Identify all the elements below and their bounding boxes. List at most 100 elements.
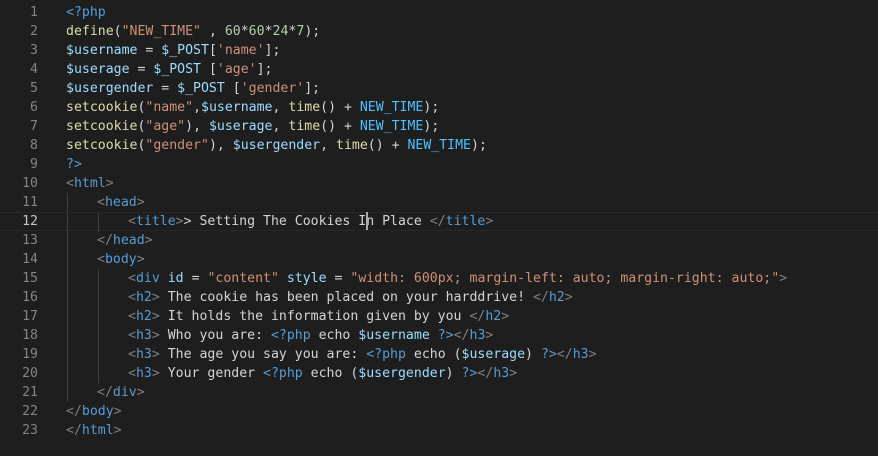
code-token: </ [66, 423, 82, 438]
indent-guide [98, 326, 99, 345]
code-text: <h3> Your gender <?php echo ($usergender… [128, 364, 517, 383]
indent-guide [67, 383, 68, 402]
code-line[interactable]: 20 <h3> Your gender <?php echo ($usergend… [0, 364, 878, 383]
code-token: </ [97, 233, 113, 248]
indent-guide [67, 250, 68, 269]
code-token: < [128, 271, 136, 286]
code-token: () + [320, 119, 360, 134]
code-token: h3 [572, 347, 589, 362]
indent-guide [98, 364, 99, 383]
code-token: setcookie [66, 100, 138, 115]
code-token: < [128, 328, 136, 343]
code-token: </ [556, 347, 573, 362]
code-token: div [135, 271, 160, 286]
indent-guide [67, 269, 68, 288]
code-token: > [151, 328, 160, 343]
code-line[interactable]: 21 </div> [0, 383, 878, 402]
code-line[interactable]: 9 ?> [0, 155, 878, 174]
code-token: = [129, 62, 154, 77]
code-line[interactable]: 6 setcookie("name",$username, time() + NE… [0, 98, 878, 117]
code-line[interactable]: 13 </head> [0, 231, 878, 250]
code-text: $userage = $_POST ['age']; [66, 60, 272, 79]
code-token: > [501, 309, 510, 324]
code-token: > [485, 328, 494, 343]
code-token: > [105, 176, 114, 191]
code-line[interactable]: 17 <h2> It holds the information given by… [0, 307, 878, 326]
code-token: 'gender' [240, 81, 305, 96]
indent-guide [67, 307, 68, 326]
code-token: 'name' [216, 43, 265, 58]
code-line[interactable]: 7 setcookie("age"), $userage, time() + NE… [0, 117, 878, 136]
code-token: It holds the information given by you [159, 309, 470, 324]
code-text: <head> [97, 193, 145, 212]
code-line[interactable]: 19 <h3> The age you say you are: <?php ec… [0, 345, 878, 364]
code-token: "content" [207, 271, 279, 286]
code-token: h2 [548, 290, 565, 305]
code-token: $userage [66, 62, 130, 77]
code-token: time [288, 100, 321, 115]
code-token: </ [97, 385, 113, 400]
code-line[interactable]: 14 <body> [0, 250, 878, 269]
code-token: $username [358, 328, 430, 343]
indent-guide [98, 269, 99, 288]
code-token: ); [471, 138, 487, 153]
code-token: ); [304, 24, 321, 39]
code-token: <?php [263, 366, 303, 381]
code-token: setcookie [66, 138, 138, 153]
code-line[interactable]: 15 <div id = "content" style = "width: 60… [0, 269, 878, 288]
code-line[interactable]: 11 <head> [0, 193, 878, 212]
line-number: 3 [30, 43, 38, 58]
code-line[interactable]: 8 setcookie("gender"), $usergender, time(… [0, 136, 878, 155]
code-token: The age you say you are: [159, 347, 367, 362]
code-token: h3 [135, 366, 152, 381]
code-text: <h2> It holds the information given by y… [128, 307, 509, 326]
indent-guide [98, 213, 99, 232]
code-line[interactable]: 2 define("NEW_TIME" , 60*60*24*7); [0, 22, 878, 41]
code-token: () + [367, 138, 408, 153]
line-number: 10 [22, 176, 38, 191]
code-line[interactable]: 1 <?php [0, 3, 878, 22]
code-editor[interactable]: 1 <?php 2 define("NEW_TIME" , 60*60*24*7); 3… [0, 0, 878, 456]
code-token: </ [429, 214, 446, 229]
code-token: h3 [493, 366, 510, 381]
code-token: , [272, 119, 289, 134]
code-token: h3 [469, 328, 486, 343]
code-token: $userage [208, 119, 273, 134]
code-token: $username [66, 43, 138, 58]
code-token: < [128, 290, 136, 305]
code-token: echo ( [405, 347, 462, 362]
code-line[interactable]: 18 <h3> Who you are: <?php echo $username… [0, 326, 878, 345]
code-line[interactable]: 22 </body> [0, 402, 878, 421]
code-token: ( [113, 24, 122, 39]
code-token: h3 [135, 347, 152, 362]
code-token: > [564, 290, 573, 305]
code-line[interactable]: 23 </html> [0, 421, 878, 440]
indent-guide [98, 345, 99, 364]
indent-guide [98, 307, 99, 326]
code-token: $_POST [177, 81, 225, 96]
code-line[interactable]: 5 $usergender = $_POST ['gender']; [0, 79, 878, 98]
code-text: $usergender = $_POST ['gender']; [66, 79, 320, 98]
code-text: $username = $_POST['name']; [66, 41, 280, 60]
code-line[interactable]: 10 <html> [0, 174, 878, 193]
code-token: > [151, 309, 160, 324]
code-token: html [81, 423, 114, 438]
code-token: = [137, 43, 162, 58]
code-token: > [151, 347, 160, 362]
code-token: > [779, 271, 788, 286]
code-token: ); [423, 100, 440, 115]
code-token: ) [445, 366, 462, 381]
code-line[interactable]: 3 $username = $_POST['name']; [0, 41, 878, 60]
code-token: </ [532, 290, 549, 305]
code-line[interactable]: 16 <h2> The cookie has been placed on you… [0, 288, 878, 307]
code-line[interactable]: 4 $userage = $_POST ['age']; [0, 60, 878, 79]
line-number: 12 [22, 214, 38, 229]
code-token: h2 [135, 290, 152, 305]
code-token: $usergender [66, 81, 154, 96]
code-token: < [128, 366, 136, 381]
code-line[interactable]: 12 <title>> Setting The Cookies In Place … [0, 212, 878, 232]
indent-guide [67, 345, 68, 364]
code-token: title [445, 214, 486, 229]
code-text: <h2> The cookie has been placed on your … [128, 288, 573, 307]
